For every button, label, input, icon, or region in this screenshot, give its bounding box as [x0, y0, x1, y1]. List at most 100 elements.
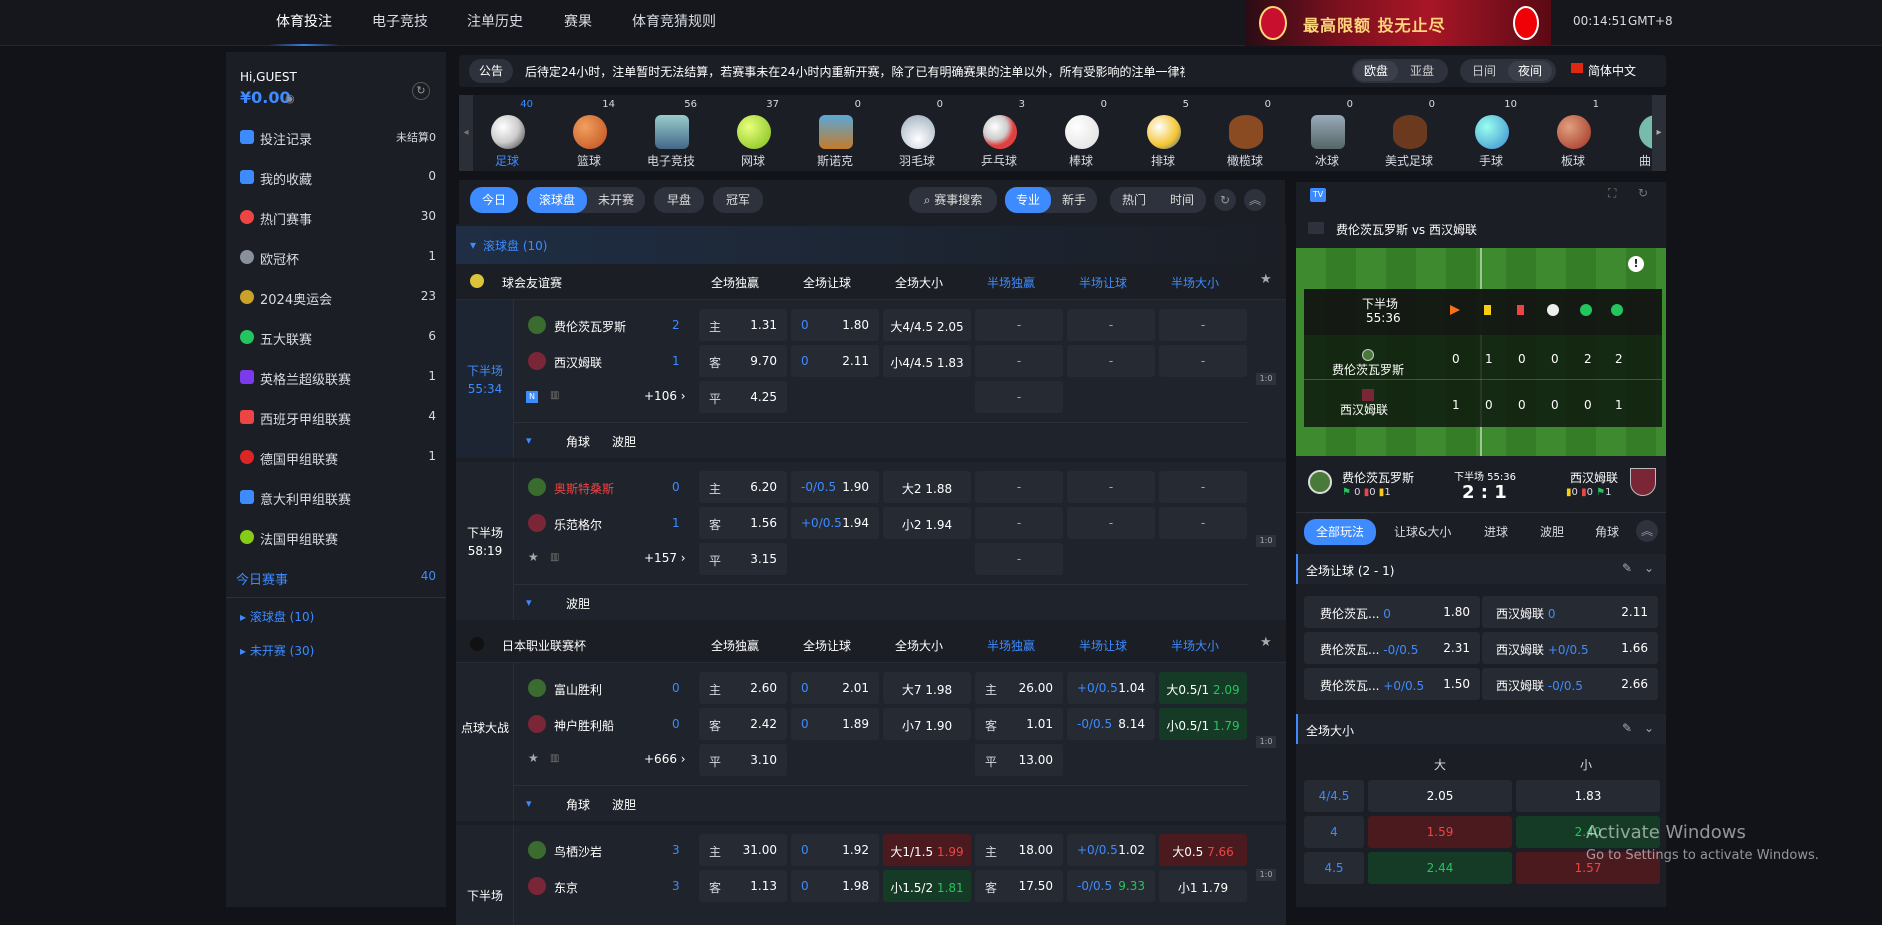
ou-big-odds[interactable]: 2.44 — [1368, 852, 1512, 884]
ah-away-odds[interactable]: 西汉姆联 -0/0.5 2.66 — [1482, 668, 1658, 700]
eye-icon[interactable]: ◉ — [285, 92, 295, 105]
sub-market-tab[interactable]: 波胆 — [612, 796, 636, 813]
odds-cell[interactable]: - — [975, 471, 1063, 503]
nav-history[interactable]: 注单历史 — [467, 0, 523, 44]
more-markets[interactable]: +106 › — [644, 389, 686, 403]
sport-tennis[interactable]: 37 网球 — [715, 95, 791, 171]
odds-cell[interactable]: 大2 1.88 — [883, 471, 971, 503]
odds-cell[interactable]: 0 1.80 — [791, 309, 879, 341]
odds-cell[interactable]: 大0.5 7.66 — [1159, 834, 1247, 866]
filter-live[interactable]: 滚球盘 — [527, 187, 587, 213]
ou-big-odds[interactable]: 2.05 — [1368, 780, 1512, 812]
odds-cell[interactable]: 平 4.25 — [699, 381, 787, 413]
odds-cell[interactable]: - — [975, 507, 1063, 539]
filter-upcoming[interactable]: 未开赛 — [587, 187, 645, 213]
ah-header[interactable]: 全场让球 (2 - 1) ✎ ⌄ — [1296, 554, 1666, 584]
odds-cell[interactable]: 主 1.31 — [699, 309, 787, 341]
theme-day[interactable]: 日间 — [1462, 61, 1506, 81]
sidebar-item-ucl[interactable]: 欧冠杯 1 — [226, 238, 446, 278]
odds-cell[interactable]: 小4/4.5 1.83 — [883, 345, 971, 377]
odds-cell[interactable]: 小2 1.94 — [883, 507, 971, 539]
ah-home-odds[interactable]: 费伦茨瓦... -0/0.5 2.31 — [1304, 632, 1480, 664]
market-tab-handicap[interactable]: 让球&大小 — [1394, 523, 1451, 540]
ah-away-odds[interactable]: 西汉姆联 +0/0.5 1.66 — [1482, 632, 1658, 664]
more-markets[interactable]: +157 › — [644, 551, 686, 565]
odds-cell[interactable]: 0 1.92 — [791, 834, 879, 866]
sidebar-live-toggle[interactable]: ▸ 滚球盘 (10) — [240, 608, 314, 625]
collapse-icon[interactable]: ︽ — [1244, 189, 1266, 211]
nav-rules[interactable]: 体育竞猜规则 — [632, 0, 716, 44]
odds-cell[interactable]: 平 3.15 — [699, 543, 787, 575]
timezone[interactable]: GMT+8 — [1628, 14, 1673, 28]
refresh-icon[interactable]: ↻ — [412, 82, 430, 100]
odds-cell[interactable]: 小1 1.79 — [1159, 870, 1247, 902]
sport-snooker[interactable]: 0 斯诺克 — [797, 95, 873, 171]
odds-cell[interactable]: +0/0.5 1.94 — [791, 507, 879, 539]
sidebar-item-laliga[interactable]: 西班牙甲组联赛 4 — [226, 398, 446, 438]
nav-sports[interactable]: 体育投注 — [268, 0, 340, 46]
sport-esports[interactable]: 56 电子竞技 — [633, 95, 709, 171]
odds-cell[interactable]: 客 1.13 — [699, 870, 787, 902]
odds-euro[interactable]: 欧盘 — [1354, 61, 1398, 81]
sub-market-tab[interactable]: 波胆 — [566, 595, 590, 612]
market-tab-goals[interactable]: 进球 — [1484, 523, 1508, 540]
odds-cell[interactable]: - — [1159, 345, 1247, 377]
ou-big-odds[interactable]: 1.59 — [1368, 816, 1512, 848]
nav-esports[interactable]: 电子竞技 — [372, 0, 428, 44]
league-header[interactable]: 球会友谊赛 全场独赢 全场让球 全场大小 半场独赢 半场让球 半场大小 ★ — [456, 264, 1286, 300]
odds-cell[interactable]: - — [975, 543, 1063, 575]
odds-cell[interactable]: 小1.5/2 1.81 — [883, 870, 971, 902]
sub-market-tab[interactable]: 波胆 — [612, 433, 636, 450]
odds-cell[interactable]: 0 2.11 — [791, 345, 879, 377]
sort-time[interactable]: 时间 — [1158, 187, 1206, 213]
odds-cell[interactable]: 大0.5/1 2.09 — [1159, 672, 1247, 704]
tv-icon[interactable]: TV — [1310, 188, 1326, 202]
odds-cell[interactable]: 客 9.70 — [699, 345, 787, 377]
sport-basketball[interactable]: 14 篮球 — [551, 95, 627, 171]
odds-cell[interactable]: -0/0.5 9.33 — [1067, 870, 1155, 902]
promo-banner[interactable]: 最高限额 投无止尽 — [1245, 0, 1551, 46]
sport-cricket[interactable]: 1 板球 — [1535, 95, 1611, 171]
odds-cell[interactable]: - — [1067, 345, 1155, 377]
sidebar-item-bets[interactable]: 投注记录 未结算0 — [226, 118, 446, 158]
sidebar-item-top5[interactable]: 五大联赛 6 — [226, 318, 446, 358]
odds-cell[interactable]: 主 6.20 — [699, 471, 787, 503]
refresh-icon[interactable]: ↻ — [1638, 186, 1658, 204]
theme-night[interactable]: 夜间 — [1508, 61, 1552, 81]
odds-cell[interactable]: - — [1159, 309, 1247, 341]
odds-cell[interactable]: 主 18.00 — [975, 834, 1063, 866]
filter-today[interactable]: 今日 — [470, 187, 518, 213]
odds-asia[interactable]: 亚盘 — [1400, 61, 1444, 81]
ah-home-odds[interactable]: 费伦茨瓦... +0/0.5 1.50 — [1304, 668, 1480, 700]
odds-cell[interactable]: 平 3.10 — [699, 744, 787, 776]
sub-market-tab[interactable]: 角球 — [566, 796, 590, 813]
odds-cell[interactable]: +0/0.5 1.04 — [1067, 672, 1155, 704]
odds-cell[interactable]: - — [1159, 471, 1247, 503]
sport-tabletennis[interactable]: 3 乒乓球 — [961, 95, 1037, 171]
collapse-icon[interactable]: ︽ — [1636, 520, 1658, 542]
odds-cell[interactable]: 客 17.50 — [975, 870, 1063, 902]
odds-cell[interactable]: - — [1159, 507, 1247, 539]
match-row[interactable]: 点球大战 富山胜利 0 神户胜利船 0 主 2.60 客 2.42 0 2.01 0 1.89 大7 1.… — [456, 663, 1286, 821]
filter-early[interactable]: 早盘 — [654, 187, 704, 213]
odds-cell[interactable]: -0/0.5 8.14 — [1067, 708, 1155, 740]
sidebar-item-epl[interactable]: 英格兰超级联赛 1 — [226, 358, 446, 398]
odds-cell[interactable]: - — [1067, 471, 1155, 503]
odds-cell[interactable]: 0 1.98 — [791, 870, 879, 902]
odds-cell[interactable]: 大4/4.5 2.05 — [883, 309, 971, 341]
sport-football[interactable]: 40 足球 — [469, 95, 545, 171]
market-tab-correct-score[interactable]: 波胆 — [1540, 523, 1564, 540]
nav-results[interactable]: 赛果 — [564, 0, 592, 44]
odds-cell[interactable]: - — [1067, 507, 1155, 539]
market-tab-corners[interactable]: 角球 — [1595, 523, 1619, 540]
odds-cell[interactable]: - — [975, 345, 1063, 377]
mode-novice[interactable]: 新手 — [1051, 187, 1097, 213]
odds-cell[interactable]: 小7 1.90 — [883, 708, 971, 740]
odds-cell[interactable]: 大1/1.5 1.99 — [883, 834, 971, 866]
sport-handball[interactable]: 10 手球 — [1453, 95, 1529, 171]
match-row[interactable]: 下半场 55:34 费伦茨瓦罗斯 2 西汉姆联 1 主 1.31 客 9.70 0 1.80 0 2.11… — [456, 300, 1286, 458]
sport-icehockey[interactable]: 0 冰球 — [1289, 95, 1365, 171]
market-tab-all[interactable]: 全部玩法 — [1304, 519, 1376, 545]
odds-cell[interactable]: -0/0.5 1.90 — [791, 471, 879, 503]
odds-cell[interactable]: 0 1.89 — [791, 708, 879, 740]
